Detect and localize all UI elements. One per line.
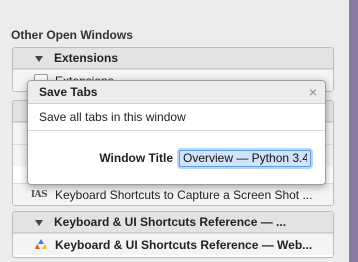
window-header[interactable]: Keyboard & UI Shortcuts Reference — ... xyxy=(13,212,333,233)
tab-title: Keyboard Shortcuts to Capture a Screen S… xyxy=(55,187,313,202)
window-title-input[interactable] xyxy=(179,149,311,167)
window-title-label: Window Title xyxy=(99,151,173,165)
chromium-logo-icon xyxy=(33,238,49,252)
disclosure-triangle-icon[interactable] xyxy=(35,218,44,227)
window-group-keyboard-shortcuts: Keyboard & UI Shortcuts Reference — ... … xyxy=(12,211,334,258)
ias-favicon-icon: IAS xyxy=(30,189,48,200)
tab-row[interactable]: Keyboard & UI Shortcuts Reference — Web.… xyxy=(13,233,333,255)
save-tabs-dialog: Save Tabs × Save all tabs in this window… xyxy=(27,80,326,185)
window-header-label: Keyboard & UI Shortcuts Reference — ... xyxy=(54,215,287,229)
section-title: Other Open Windows xyxy=(11,28,133,42)
disclosure-triangle-icon[interactable] xyxy=(35,54,44,63)
dialog-message: Save all tabs in this window xyxy=(28,104,325,131)
window-header-label: Extensions xyxy=(54,51,119,65)
dialog-header: Save Tabs × xyxy=(28,81,325,104)
tab-title: Keyboard & UI Shortcuts Reference — Web.… xyxy=(55,237,313,252)
window-edge xyxy=(349,0,358,262)
tab-row[interactable]: IAS Keyboard Shortcuts to Capture a Scre… xyxy=(13,183,333,205)
dialog-body: Window Title xyxy=(28,131,325,184)
window-header[interactable]: Extensions xyxy=(13,48,333,69)
dialog-title: Save Tabs xyxy=(39,85,98,99)
close-icon[interactable]: × xyxy=(309,85,317,99)
